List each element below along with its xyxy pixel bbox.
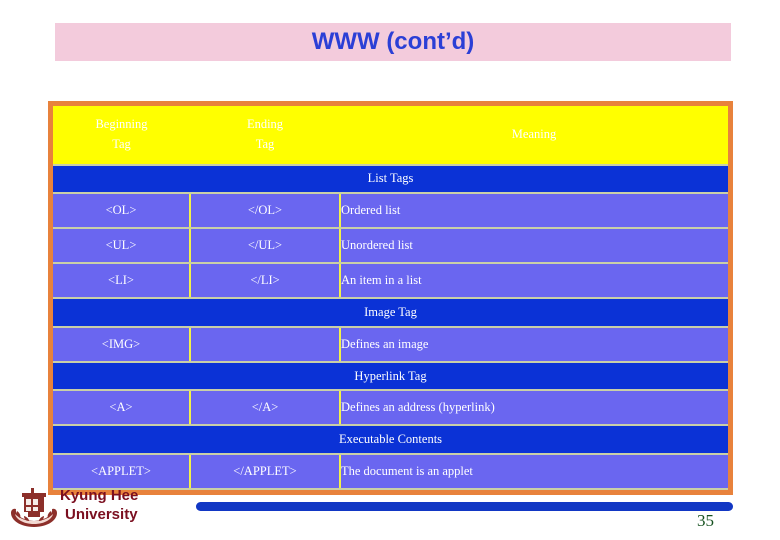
ending-tag-label-line2: Tag <box>255 136 275 151</box>
table-section-header-row: Hyperlink Tag <box>53 360 728 392</box>
cell-meaning: Unordered list <box>339 227 728 265</box>
column-header-beginning-tag: Beginning Tag <box>53 106 190 165</box>
page-title: WWW (cont’d) <box>311 28 475 55</box>
page-number: 35 <box>697 511 714 530</box>
table-row: <IMG> Defines an image <box>53 325 728 363</box>
table-section-header-row: List Tags <box>53 163 728 195</box>
table-row: <UL> </UL> Unordered list <box>53 227 728 265</box>
cell-ending-tag: </OL> <box>190 192 341 230</box>
cell-beginning-tag: <APPLET> <box>53 453 191 490</box>
cell-beginning-tag: <UL> <box>53 227 191 265</box>
table-section-label: List Tags <box>53 163 728 195</box>
table-section-label: Executable Contents <box>53 424 728 456</box>
beginning-tag-label-line2: Tag <box>112 136 131 151</box>
slide-title-banner: WWW (cont’d) <box>55 23 731 61</box>
table-row: <LI> </LI> An item in a list <box>53 262 728 299</box>
university-name: Kyung Hee University <box>60 487 200 525</box>
cell-beginning-tag: <IMG> <box>53 325 191 363</box>
cell-ending-tag: </A> <box>190 389 341 427</box>
column-header-meaning: Meaning <box>340 106 728 165</box>
table-row: <OL> </OL> Ordered list <box>53 192 728 230</box>
table-section-label: Image Tag <box>53 296 728 328</box>
ending-tag-label-line1: Ending <box>246 117 284 132</box>
table-section-header-row: Image Tag <box>53 296 728 328</box>
university-name-line1: Kyung Hee <box>60 487 139 504</box>
column-header-ending-tag: Ending Tag <box>190 106 340 165</box>
university-crest-icon <box>8 486 60 532</box>
cell-ending-tag: </APPLET> <box>190 453 341 490</box>
cell-beginning-tag: <LI> <box>53 262 191 299</box>
cell-ending-tag: </UL> <box>190 227 341 265</box>
table-row: <A> </A> Defines an address (hyperlink) <box>53 389 728 427</box>
html-tags-table: Beginning Tag Ending Tag Meaning List Ta… <box>48 101 733 495</box>
cell-ending-tag <box>190 325 341 363</box>
university-name-line2: University <box>65 505 138 523</box>
tags-table-body: Beginning Tag Ending Tag Meaning List Ta… <box>53 106 728 490</box>
table-row: <APPLET> </APPLET> The document is an appl… <box>53 453 728 490</box>
table-section-label: Hyperlink Tag <box>53 360 728 392</box>
tags-table-element: Beginning Tag Ending Tag Meaning List Ta… <box>53 106 728 490</box>
cell-meaning: Ordered list <box>339 192 728 230</box>
table-header-row: Beginning Tag Ending Tag Meaning <box>53 106 728 165</box>
cell-meaning: The document is an applet <box>339 453 728 490</box>
cell-beginning-tag: <OL> <box>53 192 191 230</box>
cell-meaning: An item in a list <box>339 262 728 299</box>
cell-ending-tag: </LI> <box>190 262 341 299</box>
cell-meaning: Defines an address (hyperlink) <box>339 389 728 427</box>
cell-meaning: Defines an image <box>339 325 728 363</box>
beginning-tag-label-line1: Beginning <box>95 117 148 132</box>
footer-decorative-bar <box>196 502 733 511</box>
cell-beginning-tag: <A> <box>53 389 191 427</box>
table-section-header-row: Executable Contents <box>53 424 728 456</box>
